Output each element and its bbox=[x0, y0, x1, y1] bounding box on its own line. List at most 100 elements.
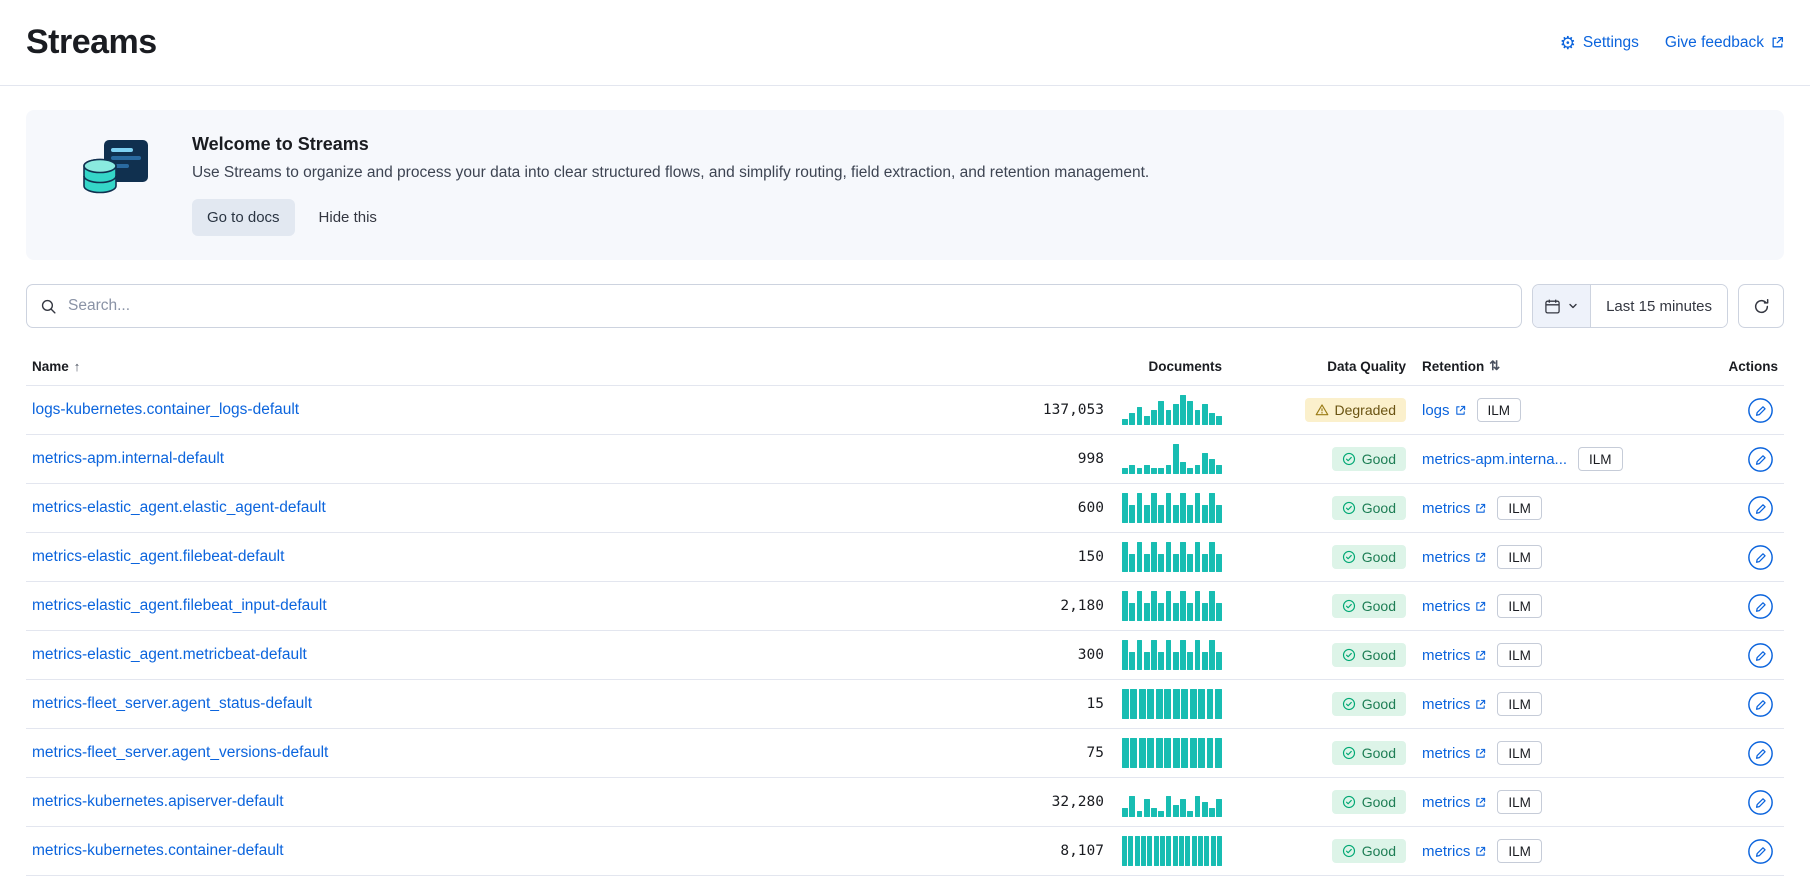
edit-stream-button[interactable] bbox=[1745, 836, 1776, 867]
edit-stream-button[interactable] bbox=[1745, 493, 1776, 524]
edit-pencil-icon bbox=[1747, 740, 1774, 767]
go-to-docs-button[interactable]: Go to docs bbox=[192, 199, 295, 236]
name-cell: metrics-kubernetes.container-default bbox=[32, 842, 902, 860]
actions-cell bbox=[1712, 444, 1778, 475]
edit-stream-button[interactable] bbox=[1745, 640, 1776, 671]
stream-name-link[interactable]: metrics-fleet_server.agent_versions-defa… bbox=[32, 744, 328, 761]
edit-stream-button[interactable] bbox=[1745, 542, 1776, 573]
spark-bar bbox=[1195, 591, 1201, 621]
date-picker-group: Last 15 minutes bbox=[1532, 284, 1728, 328]
spark-bar bbox=[1164, 738, 1171, 768]
retention-policy-link[interactable]: metrics bbox=[1422, 794, 1486, 811]
quality-badge: Good bbox=[1332, 790, 1406, 814]
name-cell: metrics-elastic_agent.elastic_agent-defa… bbox=[32, 499, 902, 517]
edit-stream-button[interactable] bbox=[1745, 787, 1776, 818]
header-actions: ⚙ Settings Give feedback bbox=[1560, 34, 1784, 52]
spark-bar bbox=[1187, 811, 1193, 817]
refresh-button[interactable] bbox=[1738, 284, 1784, 328]
edit-stream-button[interactable] bbox=[1745, 738, 1776, 769]
retention-policy-link[interactable]: metrics bbox=[1422, 745, 1486, 762]
stream-name-link[interactable]: metrics-fleet_server.agent_status-defaul… bbox=[32, 695, 312, 712]
spark-bar bbox=[1209, 542, 1215, 572]
streams-illustration-icon bbox=[78, 138, 158, 202]
edit-pencil-icon bbox=[1747, 397, 1774, 424]
stream-name-link[interactable]: metrics-elastic_agent.filebeat-default bbox=[32, 548, 284, 565]
spark-bar bbox=[1122, 542, 1128, 572]
name-cell: metrics-fleet_server.agent_status-defaul… bbox=[32, 695, 902, 713]
search-input[interactable] bbox=[66, 296, 1508, 316]
edit-stream-button[interactable] bbox=[1745, 591, 1776, 622]
retention-policy-link[interactable]: metrics bbox=[1422, 549, 1486, 566]
document-count: 998 bbox=[1078, 451, 1104, 467]
spark-bar bbox=[1173, 836, 1178, 866]
stream-name-link[interactable]: metrics-kubernetes.container-default bbox=[32, 842, 284, 859]
spark-bar bbox=[1179, 836, 1184, 866]
sparkline bbox=[1122, 787, 1222, 817]
warning-triangle-icon bbox=[1315, 403, 1329, 417]
quality-label: Degraded bbox=[1335, 402, 1397, 418]
edit-stream-button[interactable] bbox=[1745, 689, 1776, 720]
retention-policy-link[interactable]: metrics bbox=[1422, 500, 1486, 517]
spark-bar bbox=[1166, 640, 1172, 670]
spark-bar bbox=[1144, 603, 1150, 621]
retention-policy-link[interactable]: metrics-apm.interna... bbox=[1422, 451, 1567, 468]
spark-bar bbox=[1122, 808, 1128, 817]
settings-label: Settings bbox=[1583, 34, 1639, 52]
give-feedback-link[interactable]: Give feedback bbox=[1665, 34, 1784, 52]
retention-policy-link[interactable]: metrics bbox=[1422, 843, 1486, 860]
stream-name-link[interactable]: metrics-apm.internal-default bbox=[32, 450, 224, 467]
retention-link-label: metrics bbox=[1422, 745, 1470, 762]
retention-policy-link[interactable]: metrics bbox=[1422, 647, 1486, 664]
quality-badge: Good bbox=[1332, 692, 1406, 716]
spark-bar bbox=[1185, 836, 1190, 866]
stream-name-link[interactable]: metrics-elastic_agent.metricbeat-default bbox=[32, 646, 307, 663]
document-count: 137,053 bbox=[1043, 402, 1104, 418]
settings-link[interactable]: ⚙ Settings bbox=[1560, 34, 1639, 52]
retention-policy-link[interactable]: metrics bbox=[1422, 598, 1486, 615]
column-header-actions: Actions bbox=[1712, 359, 1778, 374]
spark-bar bbox=[1122, 836, 1127, 866]
retention-policy-link[interactable]: logs bbox=[1422, 402, 1466, 419]
spark-bar bbox=[1173, 652, 1179, 670]
spark-bar bbox=[1181, 689, 1188, 719]
actions-cell bbox=[1712, 689, 1778, 720]
spark-bar bbox=[1202, 404, 1208, 425]
quick-select-button[interactable] bbox=[1533, 285, 1591, 327]
time-range-button[interactable]: Last 15 minutes bbox=[1591, 285, 1727, 327]
quality-label: Good bbox=[1362, 843, 1396, 859]
edit-stream-button[interactable] bbox=[1745, 395, 1776, 426]
column-header-retention[interactable]: Retention ⇅ bbox=[1422, 358, 1712, 374]
spark-bar bbox=[1139, 689, 1146, 719]
documents-cell: 2,180 bbox=[902, 591, 1222, 621]
column-header-documents: Documents bbox=[902, 359, 1222, 374]
retention-link-label: metrics bbox=[1422, 500, 1470, 517]
data-quality-cell: Good bbox=[1222, 594, 1422, 618]
sparkline bbox=[1122, 395, 1222, 425]
stream-name-link[interactable]: logs-kubernetes.container_logs-default bbox=[32, 401, 299, 418]
welcome-buttons: Go to docs Hide this bbox=[192, 199, 1149, 236]
stream-name-link[interactable]: metrics-kubernetes.apiserver-default bbox=[32, 793, 284, 810]
spark-bar bbox=[1207, 689, 1214, 719]
sparkline bbox=[1122, 836, 1222, 866]
spark-bar bbox=[1151, 493, 1157, 523]
quality-badge: Good bbox=[1332, 496, 1406, 520]
edit-stream-button[interactable] bbox=[1745, 444, 1776, 475]
spark-bar bbox=[1137, 542, 1143, 572]
check-circle-icon bbox=[1342, 452, 1356, 466]
edit-pencil-icon bbox=[1747, 838, 1774, 865]
spark-bar bbox=[1129, 505, 1135, 523]
actions-cell bbox=[1712, 591, 1778, 622]
page-title: Streams bbox=[26, 23, 157, 62]
search-box bbox=[26, 284, 1522, 328]
stream-name-link[interactable]: metrics-elastic_agent.filebeat_input-def… bbox=[32, 597, 327, 614]
retention-policy-link[interactable]: metrics bbox=[1422, 696, 1486, 713]
retention-cell: metrics ILM bbox=[1422, 790, 1712, 814]
spark-bar bbox=[1173, 404, 1179, 425]
spark-bar bbox=[1158, 401, 1164, 425]
stream-name-link[interactable]: metrics-elastic_agent.elastic_agent-defa… bbox=[32, 499, 326, 516]
hide-this-button[interactable]: Hide this bbox=[319, 209, 377, 226]
column-header-name[interactable]: Name ↑ bbox=[32, 359, 902, 374]
retention-link-label: metrics bbox=[1422, 843, 1470, 860]
spark-bar bbox=[1130, 738, 1137, 768]
sparkline bbox=[1122, 444, 1222, 474]
